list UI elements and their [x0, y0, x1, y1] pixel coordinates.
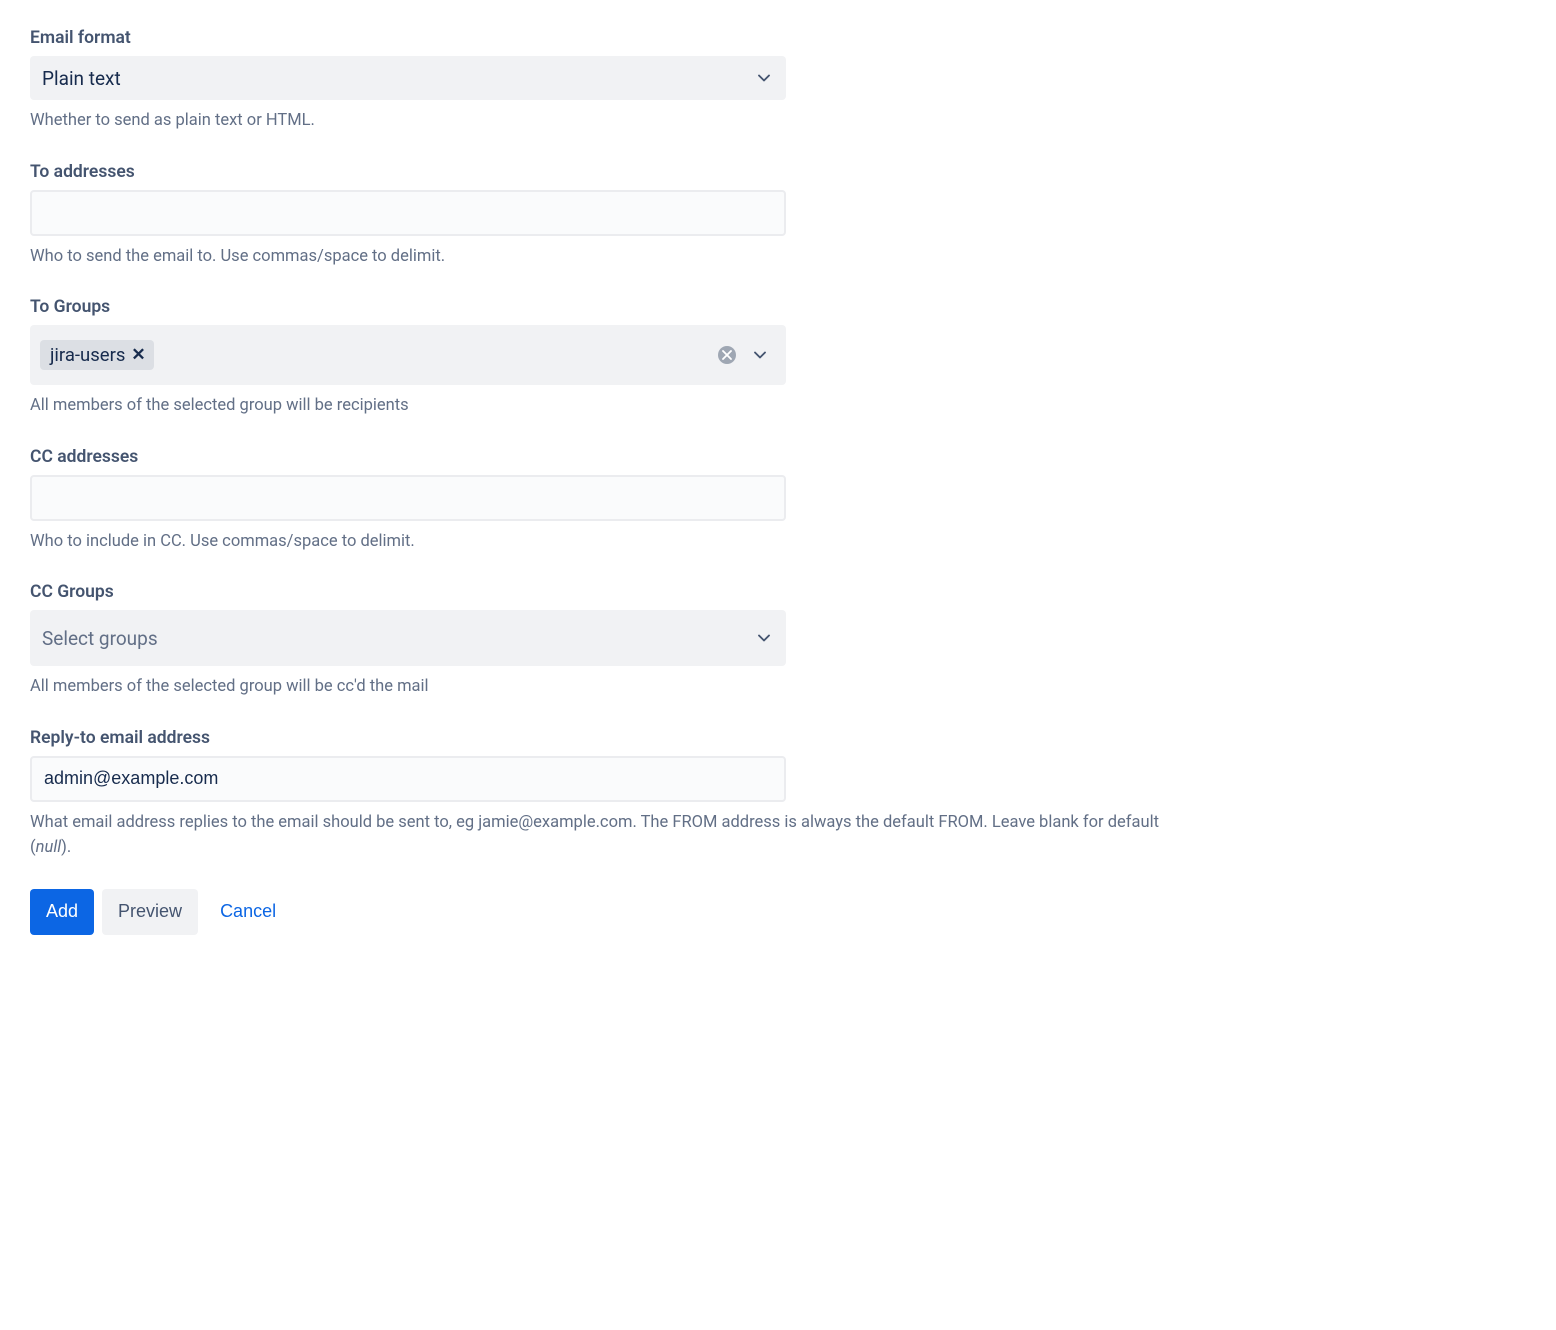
cc-groups-label: CC Groups	[30, 582, 1170, 602]
field-to-groups: To Groups jira-users ✕ All members of th…	[30, 297, 1170, 419]
email-format-help: Whether to send as plain text or HTML.	[30, 108, 1170, 134]
field-cc-addresses: CC addresses Who to include in CC. Use c…	[30, 447, 1170, 555]
cc-addresses-help: Who to include in CC. Use commas/space t…	[30, 529, 1170, 555]
cc-groups-placeholder: Select groups	[42, 627, 158, 650]
to-addresses-label: To addresses	[30, 162, 1170, 182]
to-groups-label: To Groups	[30, 297, 1170, 317]
to-groups-tags: jira-users ✕	[40, 340, 154, 370]
tag-remove-icon[interactable]: ✕	[131, 345, 145, 365]
email-settings-form: Email format Plain text Whether to send …	[30, 28, 1526, 935]
clear-all-icon[interactable]	[718, 346, 736, 364]
reply-to-help: What email address replies to the email …	[30, 810, 1170, 861]
add-button[interactable]: Add	[30, 889, 94, 935]
cc-addresses-input[interactable]	[30, 475, 786, 521]
field-email-format: Email format Plain text Whether to send …	[30, 28, 1170, 134]
cancel-button[interactable]: Cancel	[206, 889, 290, 935]
reply-to-help-null: null	[36, 838, 61, 857]
chevron-down-icon	[754, 628, 774, 648]
chevron-down-icon	[754, 68, 774, 88]
to-addresses-input[interactable]	[30, 190, 786, 236]
email-format-value: Plain text	[42, 67, 121, 90]
email-format-label: Email format	[30, 28, 1170, 48]
field-to-addresses: To addresses Who to send the email to. U…	[30, 162, 1170, 270]
tag-jira-users: jira-users ✕	[40, 340, 154, 370]
tag-label: jira-users	[50, 344, 125, 366]
to-addresses-help: Who to send the email to. Use commas/spa…	[30, 244, 1170, 270]
form-actions: Add Preview Cancel	[30, 889, 1526, 935]
field-cc-groups: CC Groups Select groups All members of t…	[30, 582, 1170, 700]
cc-groups-select[interactable]: Select groups	[30, 610, 786, 666]
reply-to-help-suffix: ).	[61, 838, 71, 857]
reply-to-label: Reply-to email address	[30, 728, 1170, 748]
reply-to-help-prefix: What email address replies to the email …	[30, 813, 1159, 858]
to-groups-controls	[718, 345, 776, 365]
chevron-down-icon[interactable]	[750, 345, 770, 365]
email-format-select[interactable]: Plain text	[30, 56, 786, 100]
cc-addresses-label: CC addresses	[30, 447, 1170, 467]
to-groups-select[interactable]: jira-users ✕	[30, 325, 786, 385]
cc-groups-help: All members of the selected group will b…	[30, 674, 1170, 700]
reply-to-input[interactable]	[30, 756, 786, 802]
to-groups-help: All members of the selected group will b…	[30, 393, 1170, 419]
field-reply-to: Reply-to email address What email addres…	[30, 728, 1170, 861]
preview-button[interactable]: Preview	[102, 889, 198, 935]
